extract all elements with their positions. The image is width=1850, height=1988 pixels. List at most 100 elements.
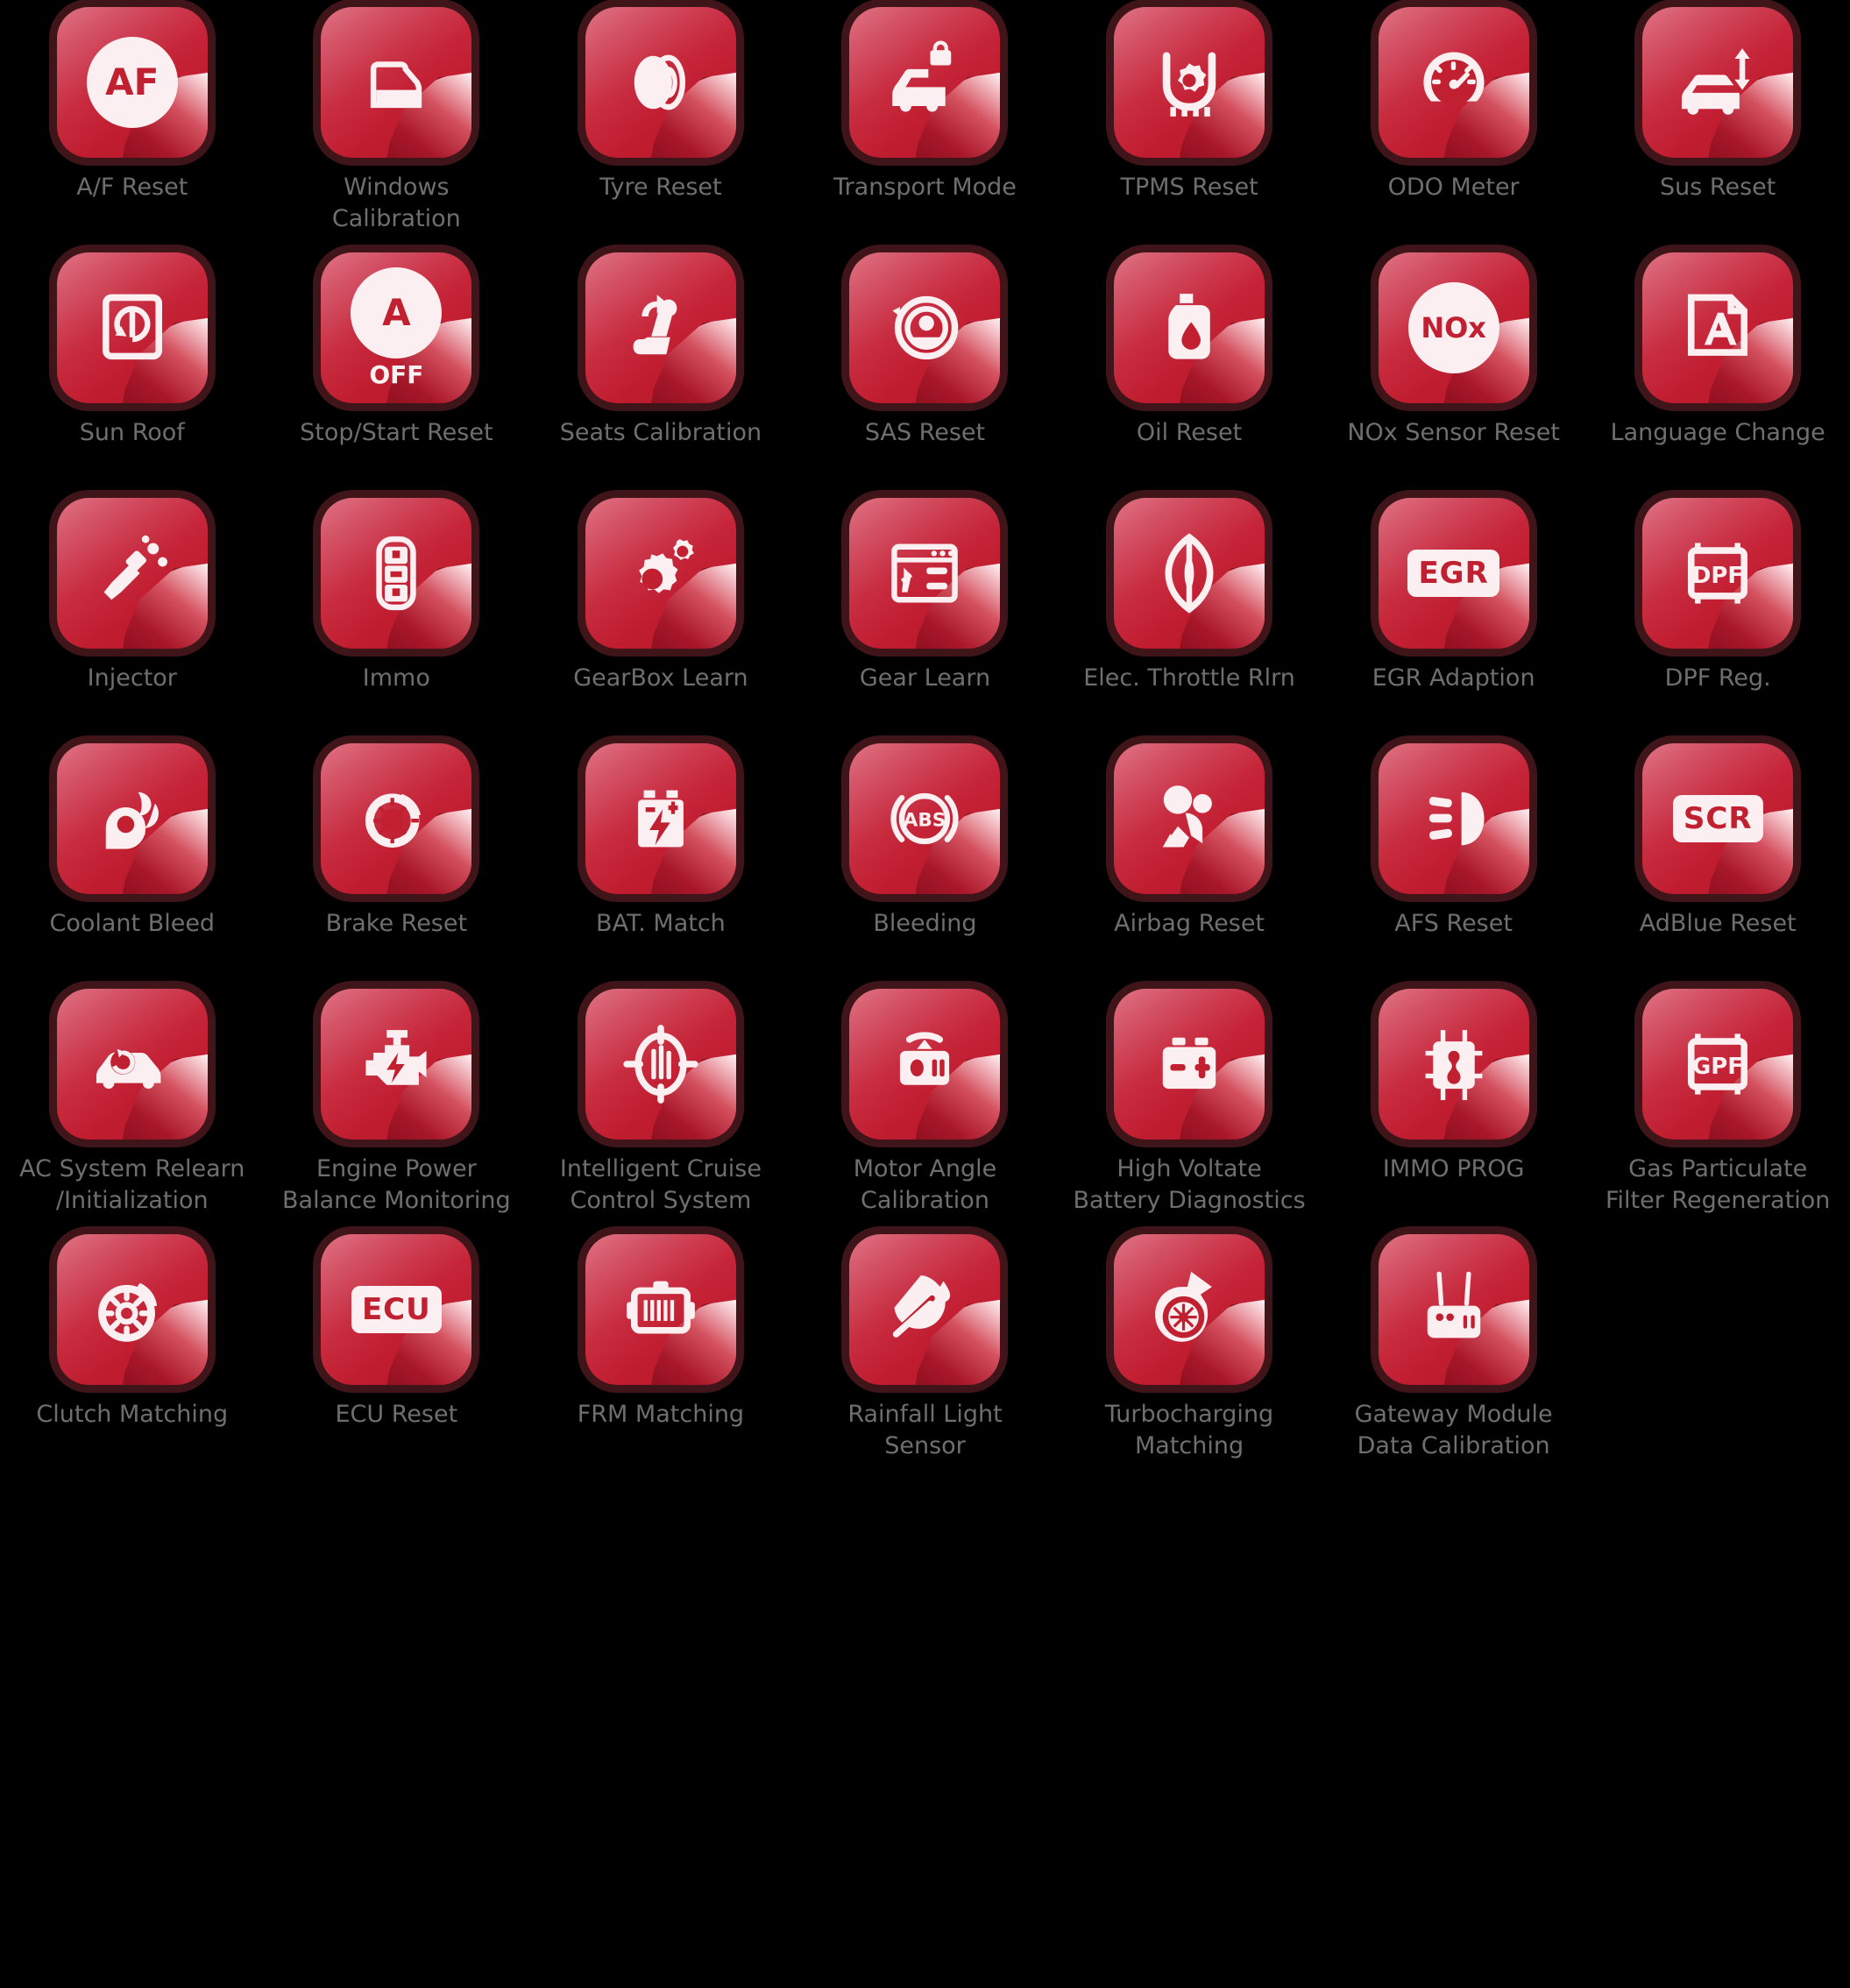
tile-tyre-reset[interactable] xyxy=(585,7,736,158)
tile-odo-meter[interactable] xyxy=(1378,7,1529,158)
tile-label: ECU Reset xyxy=(335,1401,458,1428)
grid-cell-stop-start-reset: A OFF Stop/Start Reset xyxy=(265,252,529,498)
tile-label: Gateway Module Data Calibration xyxy=(1354,1401,1553,1459)
tile-gear-learn[interactable] xyxy=(849,498,1001,649)
tile-engine-power-balance-monitoring[interactable] xyxy=(321,989,472,1140)
tile-turbocharging-matching[interactable] xyxy=(1114,1234,1265,1385)
gateway-router-icon xyxy=(1379,1234,1529,1385)
tile-label: AC System Relearn /Initialization xyxy=(19,1155,245,1214)
tile-label: AFS Reset xyxy=(1394,910,1513,937)
tile-transport-mode[interactable] xyxy=(849,7,1001,158)
tile-label: Stop/Start Reset xyxy=(300,419,493,446)
nox-badge-icon: NOx xyxy=(1379,252,1529,403)
car-ac-relearn-icon xyxy=(57,989,208,1140)
car-lock-icon xyxy=(849,7,1000,158)
a-off-badge-icon: A OFF xyxy=(321,252,471,403)
a-off-badge-icon: A OFF xyxy=(351,266,443,389)
grid-cell-afs-reset: AFS Reset xyxy=(1322,743,1586,989)
tile-label: Elec. Throttle Rlrn xyxy=(1083,664,1295,692)
throttle-body-icon xyxy=(1114,498,1265,649)
tile-egr-adaption[interactable]: EGR xyxy=(1378,498,1529,649)
tile-intelligent-cruise-control-system[interactable] xyxy=(585,989,736,1140)
tile-label: EGR Adaption xyxy=(1372,664,1535,692)
grid-cell-airbag-reset: Airbag Reset xyxy=(1057,743,1322,989)
tile-immo[interactable] xyxy=(321,498,472,649)
dpf-filter-icon: DPF xyxy=(1642,498,1793,649)
af-badge-icon: AF xyxy=(57,7,208,158)
coolant-pump-fan-icon xyxy=(57,743,208,894)
gpf-filter-icon: GPF xyxy=(1642,989,1793,1140)
cruise-target-icon xyxy=(585,989,736,1140)
scr-badge-icon: SCR xyxy=(1672,795,1763,842)
grid-cell-tpms-reset: TPMS Reset xyxy=(1057,7,1322,252)
sunroof-panel-icon xyxy=(57,252,208,403)
tile-language-change[interactable] xyxy=(1642,252,1794,403)
tile-airbag-reset[interactable] xyxy=(1114,743,1265,894)
grid-cell-ecu-reset: ECU ECU Reset xyxy=(265,1234,529,1480)
injector-spray-icon xyxy=(57,498,208,649)
tile-windows-calibration[interactable] xyxy=(321,7,472,158)
svg-text:ABS: ABS xyxy=(904,810,946,832)
tile-gas-particulate-filter-regeneration[interactable]: GPF xyxy=(1642,989,1794,1140)
headlight-beam-icon xyxy=(1379,743,1529,894)
grid-cell-gear-learn: Gear Learn xyxy=(793,498,1058,743)
tile-sun-roof[interactable] xyxy=(56,252,208,403)
scr-badge-icon: SCR xyxy=(1642,743,1793,894)
engine-bolt-icon xyxy=(321,989,471,1140)
tile-stop-start-reset[interactable]: A OFF xyxy=(321,252,472,403)
tile-sus-reset[interactable] xyxy=(1642,7,1794,158)
tile-label: Clutch Matching xyxy=(36,1401,229,1428)
tile-seats-calibration[interactable] xyxy=(585,252,736,403)
tile-rainfall-light-sensor[interactable] xyxy=(849,1234,1001,1385)
tile-label: GearBox Learn xyxy=(573,664,748,692)
tile-afs-reset[interactable] xyxy=(1378,743,1529,894)
grid-cell-bat-match: BAT. Match xyxy=(528,743,793,989)
grid-cell-windows-calibration: Windows Calibration xyxy=(265,7,529,252)
tile-bleeding[interactable]: ABS xyxy=(849,743,1001,894)
tile-dpf-reg[interactable]: DPF xyxy=(1642,498,1794,649)
egr-badge-icon: EGR xyxy=(1379,498,1529,649)
grid-cell-rainfall-light-sensor: Rainfall Light Sensor xyxy=(793,1234,1058,1480)
svg-text:DPF: DPF xyxy=(1692,563,1743,589)
tile-label: Bleeding xyxy=(873,910,977,937)
tile-injector[interactable] xyxy=(56,498,208,649)
tile-adblue-reset[interactable]: SCR xyxy=(1642,743,1794,894)
tile-immo-prog[interactable] xyxy=(1378,989,1529,1140)
tile-clutch-matching[interactable] xyxy=(56,1234,208,1385)
tile-ac-system-relearn-initialization[interactable] xyxy=(56,989,208,1140)
grid-cell-engine-power-balance-monitoring: Engine Power Balance Monitoring xyxy=(265,989,529,1234)
tile-frm-matching[interactable] xyxy=(585,1234,736,1385)
tile-ecu-reset[interactable]: ECU xyxy=(321,1234,472,1385)
tile-label: Gas Particulate Filter Regeneration xyxy=(1605,1155,1831,1214)
rain-wiper-sensor-icon xyxy=(849,1234,1000,1385)
grid-cell-adblue-reset: SCR AdBlue Reset xyxy=(1585,743,1850,989)
tile-nox-sensor-reset[interactable]: NOx xyxy=(1378,252,1529,403)
hv-battery-icon xyxy=(1114,989,1265,1140)
tile-gateway-module-data-calibration[interactable] xyxy=(1378,1234,1529,1385)
language-book-a-icon xyxy=(1642,252,1793,403)
tile-a-f-reset[interactable]: AF xyxy=(56,7,208,158)
tile-tpms-reset[interactable] xyxy=(1114,7,1265,158)
grid-cell-gas-particulate-filter-regeneration: GPF Gas Particulate Filter Regeneration xyxy=(1585,989,1850,1234)
tile-sas-reset[interactable] xyxy=(849,252,1001,403)
grid-cell-high-voltate-battery-diagnostics: High Voltate Battery Diagnostics xyxy=(1057,989,1322,1234)
grid-cell-coolant-bleed: Coolant Bleed xyxy=(0,743,265,989)
tile-coolant-bleed[interactable] xyxy=(56,743,208,894)
tile-gearbox-learn[interactable] xyxy=(585,498,736,649)
frm-module-icon xyxy=(585,1234,736,1385)
tile-motor-angle-calibration[interactable] xyxy=(849,989,1001,1140)
tile-elec-throttle-rlrn[interactable] xyxy=(1114,498,1265,649)
tile-high-voltate-battery-diagnostics[interactable] xyxy=(1114,989,1265,1140)
grid-cell-immo-prog: IMMO PROG xyxy=(1322,989,1586,1234)
tile-label: Language Change xyxy=(1610,419,1825,446)
tile-label: ODO Meter xyxy=(1387,174,1520,201)
tile-oil-reset[interactable] xyxy=(1114,252,1265,403)
icon-grid: AF A/F Reset Windows Calibration Tyre Reset… xyxy=(0,0,1850,1988)
grid-cell-seats-calibration: Seats Calibration xyxy=(528,252,793,498)
tile-bat-match[interactable] xyxy=(585,743,736,894)
grid-cell-injector: Injector xyxy=(0,498,265,743)
grid-cell-a-f-reset: AF A/F Reset xyxy=(0,7,265,252)
car-key-fob-icon xyxy=(321,498,471,649)
tile-label: BAT. Match xyxy=(596,910,726,937)
tile-brake-reset[interactable] xyxy=(321,743,472,894)
